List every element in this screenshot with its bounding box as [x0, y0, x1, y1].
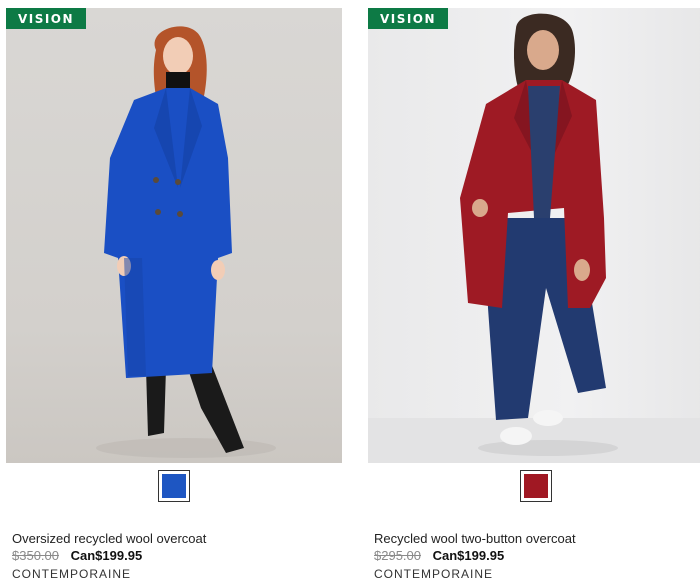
- model-blue-coat-illustration: [96, 26, 276, 458]
- product-name[interactable]: Recycled wool two-button overcoat: [374, 531, 576, 546]
- sale-price: Can$199.95: [70, 548, 143, 563]
- product-name[interactable]: Oversized recycled wool overcoat: [12, 531, 206, 546]
- price-row: $295.00 Can$199.95: [374, 548, 504, 563]
- color-swatch: [524, 474, 548, 498]
- color-swatch-button[interactable]: [158, 470, 190, 502]
- vision-badge: VISION: [368, 8, 448, 29]
- model-red-coat-illustration: [368, 13, 700, 463]
- badge-label: VISION: [379, 11, 437, 26]
- brand-name: CONTEMPORAINE: [374, 567, 494, 581]
- color-swatch-button[interactable]: [520, 470, 552, 502]
- product-image[interactable]: VISION: [368, 8, 700, 463]
- product-card[interactable]: VISION: [6, 0, 342, 587]
- product-grid: VISION Oversized recycled wool overcoat …: [0, 0, 700, 587]
- product-card[interactable]: VISION: [368, 0, 700, 587]
- product-image[interactable]: VISION: [6, 8, 342, 463]
- brand-name: CONTEMPORAINE: [12, 567, 132, 581]
- price-row: $350.00 Can$199.95: [12, 548, 142, 563]
- vision-badge: VISION: [6, 8, 86, 29]
- sale-price: Can$199.95: [432, 548, 505, 563]
- color-swatch: [162, 474, 186, 498]
- original-price: $295.00: [374, 548, 421, 563]
- badge-label: VISION: [17, 11, 75, 26]
- original-price: $350.00: [12, 548, 59, 563]
